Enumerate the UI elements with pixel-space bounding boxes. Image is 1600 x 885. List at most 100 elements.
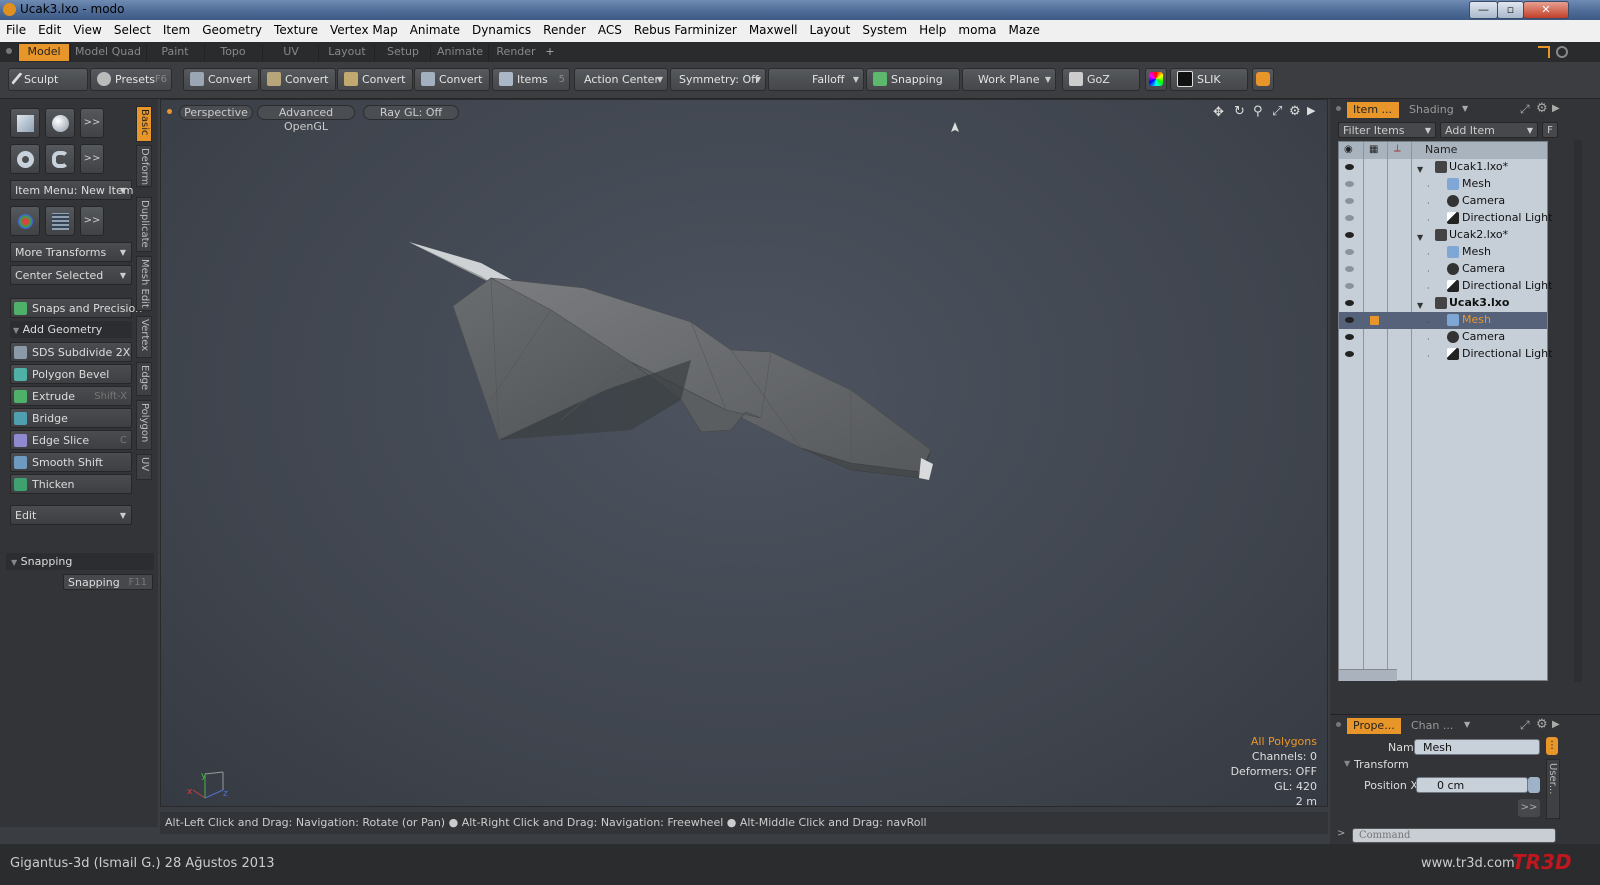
convert-button-3[interactable]: Convert: [337, 68, 413, 91]
menu-select[interactable]: Select: [108, 20, 157, 42]
expand-icon[interactable]: [1538, 46, 1550, 58]
tab-paint[interactable]: Paint: [146, 44, 203, 61]
expand-icon[interactable]: ⤢: [1520, 718, 1530, 733]
presets-button[interactable]: Presets F6: [90, 68, 172, 91]
tree-row-camera[interactable]: · Camera: [1339, 261, 1547, 278]
items-button[interactable]: Items 5: [492, 68, 570, 91]
vtab-deform[interactable]: Deform: [136, 145, 152, 187]
snapping-button[interactable]: Snapping: [866, 68, 960, 91]
smooth-shift-button[interactable]: Smooth Shift: [10, 452, 132, 472]
visibility-eye-icon[interactable]: [1345, 317, 1354, 323]
more-primitives-button[interactable]: >>: [80, 108, 104, 138]
menu-layout[interactable]: Layout: [804, 20, 857, 42]
item-menu-dropdown[interactable]: Item Menu: New Item ▼: [10, 180, 133, 200]
tab-item-list[interactable]: Item ...: [1347, 102, 1399, 118]
menu-maxwell[interactable]: Maxwell: [743, 20, 804, 42]
visibility-eye-icon[interactable]: [1345, 232, 1354, 238]
visibility-eye-icon[interactable]: [1345, 334, 1354, 340]
more-primitives-button-2[interactable]: >>: [80, 144, 104, 174]
tree-row-mesh[interactable]: · Mesh: [1339, 312, 1547, 329]
position-x-field[interactable]: 0 cm: [1416, 777, 1528, 793]
visibility-eye-icon[interactable]: [1345, 215, 1354, 221]
sculpt-button[interactable]: Sculpt: [8, 68, 88, 91]
filter-items-dropdown[interactable]: Filter Items ▼: [1338, 122, 1436, 138]
options-icon[interactable]: ⋮: [1546, 737, 1558, 755]
visibility-eye-icon[interactable]: [1345, 283, 1354, 289]
more-properties-button[interactable]: >>: [1518, 799, 1540, 817]
grid-tool-button[interactable]: [45, 206, 75, 236]
polygon-bevel-button[interactable]: Polygon Bevel: [10, 364, 132, 384]
tab-model-quad[interactable]: Model Quad: [70, 44, 145, 61]
torus-primitive-button[interactable]: [10, 144, 40, 174]
snapping-toggle-button[interactable]: Snapping F11: [63, 574, 153, 590]
vtab-mesh-edit[interactable]: Mesh Edit: [136, 256, 152, 311]
tab-layout[interactable]: Layout: [318, 44, 375, 61]
gear-icon[interactable]: ⚙: [1536, 717, 1548, 732]
gear-icon[interactable]: [1556, 46, 1568, 58]
menu-rebus-farminizer[interactable]: Rebus Farminizer: [628, 20, 743, 42]
extrude-button[interactable]: Extrude Shift-X: [10, 386, 132, 406]
add-tab-button[interactable]: +: [543, 44, 557, 61]
menu-system[interactable]: System: [856, 20, 913, 42]
convert-button-2[interactable]: Convert: [260, 68, 336, 91]
transform-tool-button[interactable]: [10, 206, 40, 236]
menu-vertex-map[interactable]: Vertex Map: [324, 20, 404, 42]
menu-acs[interactable]: ACS: [592, 20, 628, 42]
tree-row-camera[interactable]: · Camera: [1339, 193, 1547, 210]
chevron-down-icon[interactable]: ▼: [1462, 104, 1468, 113]
upload-button[interactable]: [1252, 68, 1274, 91]
airplane-mesh[interactable]: [161, 100, 1327, 806]
animate-channel-icon[interactable]: [1528, 777, 1540, 793]
menu-geometry[interactable]: Geometry: [196, 20, 268, 42]
3d-viewport[interactable]: Perspective Advanced OpenGL Ray GL: Off …: [160, 99, 1328, 808]
falloff-dropdown[interactable]: Falloff ▼: [768, 68, 864, 91]
vtab-polygon[interactable]: Polygon: [136, 400, 152, 450]
convert-button-1[interactable]: Convert: [183, 68, 259, 91]
visibility-eye-icon[interactable]: [1345, 181, 1354, 187]
tree-row-light[interactable]: · Directional Light: [1339, 346, 1552, 363]
menu-maze[interactable]: Maze: [1003, 20, 1046, 42]
collapse-triangle-icon[interactable]: ▼: [1344, 759, 1350, 768]
tree-row-camera[interactable]: · Camera: [1339, 329, 1547, 346]
menu-file[interactable]: File: [0, 20, 32, 42]
thicken-button[interactable]: Thicken: [10, 474, 132, 494]
item-list-vertical-scrollbar[interactable]: [1574, 140, 1582, 682]
sds-subdivide-button[interactable]: SDS Subdivide 2X: [10, 342, 132, 362]
convert-button-4[interactable]: Convert: [414, 68, 490, 91]
work-plane-dropdown[interactable]: Work Plane ▼: [962, 68, 1056, 91]
menu-help[interactable]: Help: [913, 20, 952, 42]
vtab-user[interactable]: User...: [1546, 759, 1560, 819]
menu-render[interactable]: Render: [537, 20, 592, 42]
visibility-eye-icon[interactable]: [1345, 198, 1354, 204]
menu-view[interactable]: View: [67, 20, 107, 42]
center-selected-dropdown[interactable]: Center Selected ▼: [10, 265, 132, 285]
panel-options-dot-icon[interactable]: [1336, 106, 1341, 111]
name-column-header[interactable]: Name: [1425, 143, 1457, 156]
visibility-eye-icon[interactable]: [1345, 249, 1354, 255]
visibility-eye-icon[interactable]: [1345, 351, 1354, 357]
action-center-dropdown[interactable]: Action Center ▼: [574, 68, 668, 91]
slik-button[interactable]: SLIK: [1170, 68, 1248, 91]
menu-dynamics[interactable]: Dynamics: [466, 20, 537, 42]
close-button[interactable]: ✕: [1523, 1, 1569, 19]
vtab-vertex[interactable]: Vertex: [136, 316, 152, 358]
horizontal-scrollbar[interactable]: [1339, 669, 1397, 681]
tree-row-light[interactable]: · Directional Light: [1339, 210, 1552, 227]
menu-texture[interactable]: Texture: [268, 20, 324, 42]
visibility-eye-icon[interactable]: [1345, 300, 1354, 306]
tab-uv[interactable]: UV: [262, 44, 319, 61]
tab-model[interactable]: Model: [18, 44, 69, 61]
panel-arrow-icon[interactable]: ▶: [1552, 719, 1560, 730]
tree-row-scene[interactable]: ▼ Ucak2.lxo*: [1339, 227, 1547, 244]
gear-icon[interactable]: ⚙: [1536, 101, 1548, 116]
vtab-edge[interactable]: Edge: [136, 362, 152, 396]
bridge-button[interactable]: Bridge: [10, 408, 132, 428]
command-input[interactable]: [1352, 828, 1556, 843]
menu-edit[interactable]: Edit: [32, 20, 67, 42]
chevron-down-icon[interactable]: ▼: [1464, 720, 1470, 729]
tab-setup[interactable]: Setup: [374, 44, 431, 61]
snapping-header[interactable]: ▼ Snapping: [6, 553, 154, 570]
vtab-uv[interactable]: UV: [136, 454, 152, 480]
cube-primitive-button[interactable]: [10, 108, 40, 138]
tab-render[interactable]: Render: [488, 44, 543, 61]
